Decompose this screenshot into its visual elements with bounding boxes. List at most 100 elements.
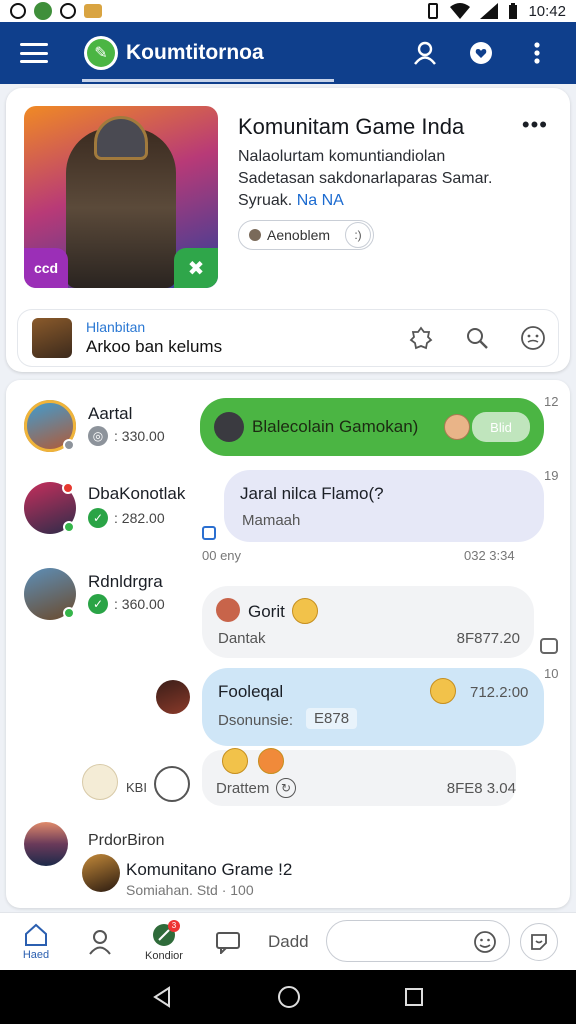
brand-name: Koumtitornoa [126,41,264,64]
nav-profile[interactable] [68,929,132,955]
menu-icon[interactable] [20,43,48,63]
person-icon [89,929,111,955]
message-bubble[interactable]: Blalecolain Gamokan) Blid [200,398,544,456]
game-cover-image[interactable]: ccd ✖ [24,106,218,288]
active-tab-indicator [82,79,334,82]
message-bubble[interactable]: Jaral nilca Flamo(? Mamaah [224,470,544,542]
follow-button[interactable]: Aenoblem :) [238,220,374,250]
more-options-icon[interactable]: ••• [522,112,548,138]
brand: ✎ Koumtitornoa [84,36,264,70]
avatar[interactable] [24,400,76,452]
compose-input[interactable] [326,920,510,962]
user-name: PrdorBiron [88,832,165,849]
community-title: Komunitano Grame !2 [126,860,293,879]
reaction-face-icon [444,414,470,440]
notification-icon [10,3,26,19]
pin-icon [249,229,261,241]
heart-icon[interactable] [468,40,494,66]
user-meta-value: : 360.00 [114,596,165,612]
game-card: ccd ✖ Komunitam Game Inda ••• Nalaolurta… [6,88,570,372]
message-bubble[interactable]: Fooleqal 712.2:00 Dsonunsie: E878 [202,668,544,746]
nav-text: Dadd [268,931,309,951]
badge-icon[interactable] [408,325,434,351]
user-name: DbaKonotlak [88,484,186,503]
back-icon[interactable] [152,986,174,1008]
home-icon [25,923,47,946]
brand-logo-icon: ✎ [84,36,118,70]
verified-icon: ✓ [88,508,108,528]
description-line: Sadetasan sakdonarlaparas Samar. [238,170,493,187]
message-sub: Mamaah [242,512,301,529]
message-title: Fooleqal [218,682,284,701]
profile-icon[interactable] [412,40,438,66]
avatar[interactable] [24,822,68,866]
side-time: 19 [544,468,559,483]
user-meta-value: : 330.00 [114,428,165,444]
message-stamp: 8F877.20 [456,630,520,647]
user-meta: ◎ : 330.00 [88,426,165,446]
community-avatar[interactable] [82,854,120,892]
smiley-icon[interactable] [520,325,546,351]
description-line: Nalaolurtam komuntiandiolan [238,148,446,165]
sticker-icon [531,934,547,950]
overflow-menu-icon[interactable] [524,40,550,66]
game-title: Komunitam Game Inda [238,114,465,139]
cover-badge-left: ccd [24,248,68,288]
game-description: Nalaolurtam komuntiandiolan Sadetasan sa… [238,146,538,212]
emoji-picker-icon[interactable] [473,930,497,954]
app-bar: ✎ Koumtitornoa [0,22,576,84]
emoji-icon [292,598,318,624]
mute-icon[interactable] [154,766,190,802]
message-bubble[interactable]: Gorit Dantak 8F877.20 [202,586,534,658]
chat-panel: Aartal ◎ : 330.00 Blalecolain Gamokan) B… [6,380,570,908]
message-chip[interactable]: E878 [306,708,358,729]
reaction-count: KBI [126,780,147,795]
cover-badge-icon: ✖ [174,248,218,288]
emoji-icon [430,678,456,704]
avatar[interactable] [24,482,76,534]
message-time: 712.2:00 [470,684,529,701]
user-meta: ✓ : 282.00 [88,508,165,528]
battery-icon [509,3,518,19]
emoji-icon[interactable]: :) [345,222,371,248]
nav-community[interactable]: 3 Kondior [132,919,196,962]
emoji-icon [258,748,284,774]
nav-home[interactable]: Haed [4,923,68,961]
message-pill[interactable]: Blid [472,412,530,442]
timestamp: 00 eny [202,548,242,563]
message-stamp: 8FE8 3.04 [446,780,516,797]
timestamp: 032 3:34 [464,548,515,563]
message-icon [216,931,240,954]
follow-label: Aenoblem [267,227,331,243]
side-time: 12 [544,394,559,409]
message-sub: Dsonunsie: [218,712,294,729]
sender-avatar-icon[interactable] [156,680,190,714]
user-meta-value: : 282.00 [114,510,165,526]
hero-helmet [94,116,148,160]
user-name: Aartal [88,404,133,423]
nav-home-label: Haed [22,948,50,961]
avatar[interactable] [24,568,76,620]
user-name: Rdnldrgra [88,572,163,591]
status-bar: 10:42 [0,0,576,22]
search-icon[interactable] [464,325,490,351]
sticker-button[interactable] [520,923,558,961]
message-bubble[interactable]: Drattem ↻ 8FE8 3.04 [202,748,516,806]
community-sub: Somiahan. Std · 100 [126,882,254,898]
verified-icon: ✓ [88,594,108,614]
sync-icon [60,3,76,19]
sub-line: Arkoo ban kelums [86,337,223,356]
vibrate-icon [428,3,439,19]
message-title: Gorit [248,602,285,621]
reply-icon[interactable] [540,638,558,654]
message-sub: Drattem [216,780,270,797]
nav-messages[interactable] [196,930,260,954]
refresh-icon[interactable]: ↻ [276,778,296,798]
user-meta: ✓ : 360.00 [88,594,165,614]
reaction-icon[interactable] [82,764,118,800]
community-sub-bar[interactable]: Hlanbitan Arkoo ban kelums [18,310,558,366]
mail-icon [84,4,102,18]
recents-icon[interactable] [404,987,424,1007]
home-circle-icon[interactable] [277,985,301,1009]
description-tag[interactable]: Na NA [297,192,344,209]
